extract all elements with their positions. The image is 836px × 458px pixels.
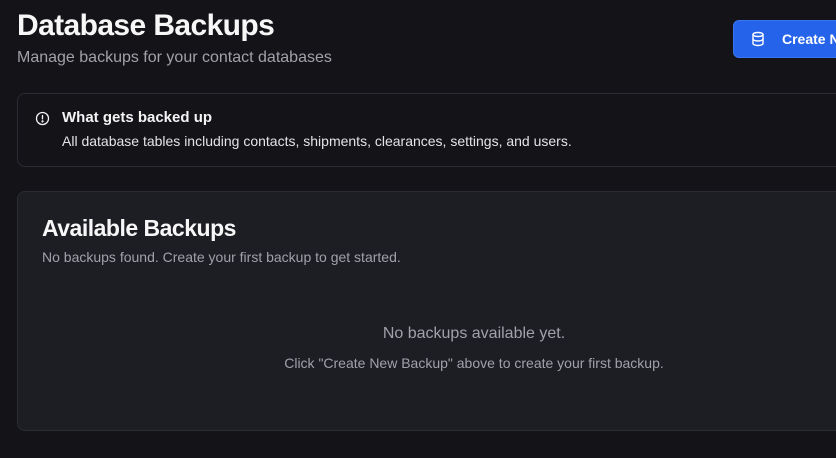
info-circle-icon: [35, 111, 50, 126]
empty-state-hint: Click "Create New Backup" above to creat…: [284, 355, 664, 371]
info-alert: What gets backed up All database tables …: [17, 93, 836, 167]
empty-state: No backups available yet. Click "Create …: [18, 324, 836, 372]
page-subtitle: Manage backups for your contact database…: [17, 49, 332, 66]
backups-card-title: Available Backups: [42, 215, 236, 241]
database-icon: [750, 31, 766, 47]
backups-page: Database Backups Manage backups for your…: [0, 0, 836, 458]
create-backup-button-label: Create New Backup: [782, 31, 836, 47]
create-backup-button[interactable]: Create New Backup: [733, 20, 836, 58]
info-description: All database tables including contacts, …: [62, 133, 572, 149]
available-backups-card: Available Backups No backups found. Crea…: [17, 191, 836, 431]
backups-card-description: No backups found. Create your first back…: [42, 249, 401, 265]
info-title: What gets backed up: [62, 109, 213, 126]
page-title: Database Backups: [17, 9, 275, 42]
empty-state-title: No backups available yet.: [382, 325, 566, 342]
